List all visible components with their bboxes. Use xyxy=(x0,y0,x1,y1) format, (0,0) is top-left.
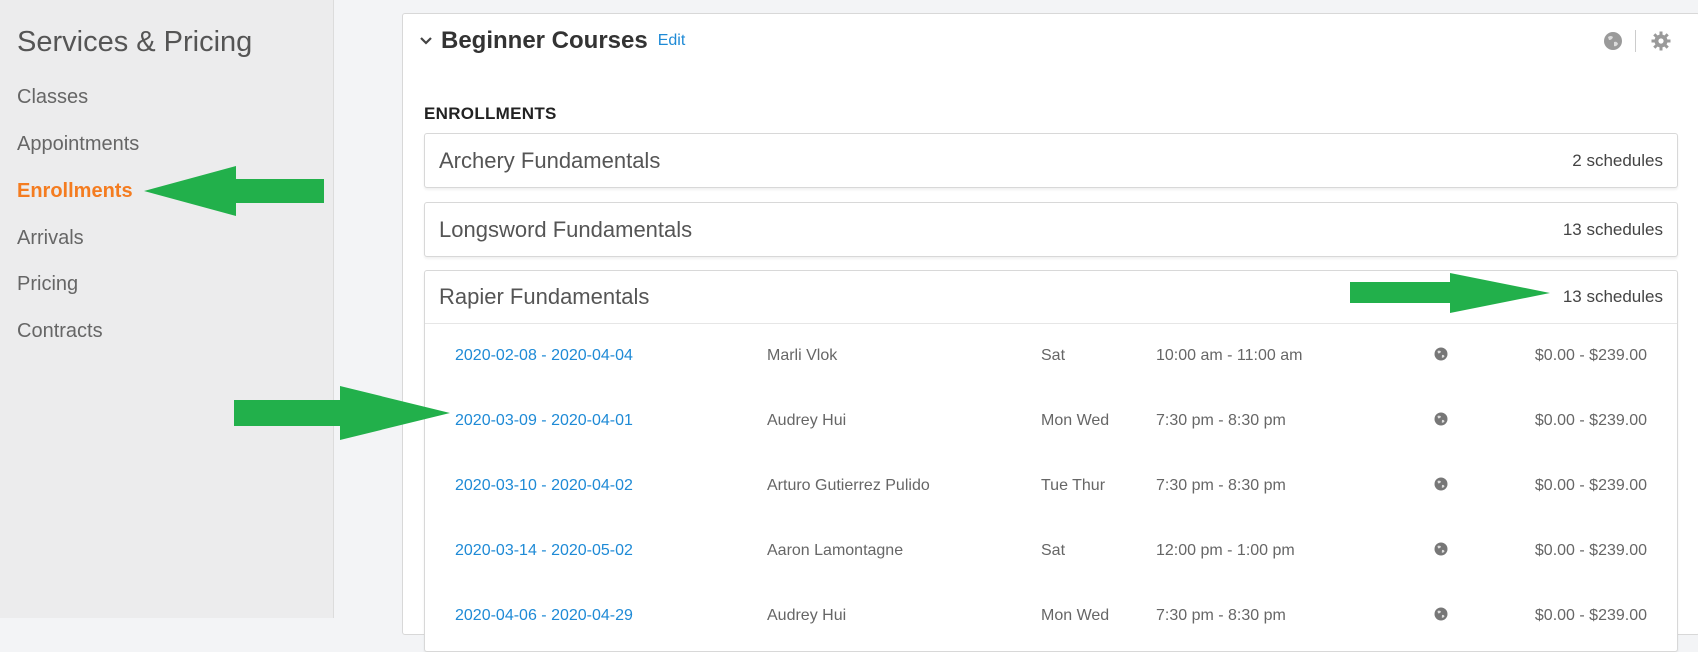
annotation-arrow-schedule-row xyxy=(234,386,450,440)
schedule-date-link[interactable]: 2020-04-06 - 2020-04-29 xyxy=(455,607,633,625)
schedule-date-link[interactable]: 2020-03-14 - 2020-05-02 xyxy=(455,542,633,560)
annotation-arrow-enrollments xyxy=(144,166,324,216)
group-longsword[interactable]: Longsword Fundamentals 13 schedules xyxy=(424,202,1678,257)
schedule-date-link[interactable]: 2020-03-10 - 2020-04-02 xyxy=(455,477,633,495)
schedule-row: 2020-03-09 - 2020-04-01 Audrey Hui Mon W… xyxy=(425,388,1677,453)
days: Sat xyxy=(1041,542,1066,559)
time: 7:30 pm - 8:30 pm xyxy=(1156,607,1286,624)
chevron-down-icon[interactable] xyxy=(417,32,435,50)
instructor: Marli Vlok xyxy=(767,347,838,364)
group-rapier: Rapier Fundamentals 13 schedules 2020-02… xyxy=(424,270,1678,652)
schedule-count: 13 schedules xyxy=(1562,220,1663,239)
sidebar: Services & Pricing Classes Appointments … xyxy=(0,0,334,618)
schedule-row: 2020-03-10 - 2020-04-02 Arturo Gutierrez… xyxy=(425,453,1677,518)
instructor: Aaron Lamontagne xyxy=(767,542,904,559)
globe-icon xyxy=(1434,412,1448,426)
days: Tue Thur xyxy=(1041,477,1106,494)
time: 12:00 pm - 1:00 pm xyxy=(1156,542,1295,559)
instructor: Audrey Hui xyxy=(767,412,847,429)
globe-icon[interactable] xyxy=(1603,31,1623,51)
price: $0.00 - $239.00 xyxy=(1534,412,1647,429)
days: Mon Wed xyxy=(1041,607,1110,624)
price: $0.00 - $239.00 xyxy=(1534,607,1647,624)
icon-divider xyxy=(1635,30,1636,52)
course-header: Beginner Courses Edit xyxy=(417,26,685,56)
schedule-count: 2 schedules xyxy=(1572,151,1663,170)
section-label-enrollments: ENROLLMENTS xyxy=(424,104,557,123)
time: 10:00 am - 11:00 am xyxy=(1156,347,1303,364)
schedule-row: 2020-02-08 - 2020-04-04 Marli Vlok Sat 1… xyxy=(425,323,1677,388)
gear-icon[interactable] xyxy=(1650,30,1672,52)
instructor: Audrey Hui xyxy=(767,607,847,624)
group-name: Longsword Fundamentals xyxy=(439,217,693,242)
schedule-row: 2020-03-14 - 2020-05-02 Aaron Lamontagne… xyxy=(425,518,1677,583)
sidebar-item-pricing[interactable]: Pricing xyxy=(17,273,78,296)
instructor: Arturo Gutierrez Pulido xyxy=(767,477,930,494)
course-panel: Beginner Courses Edit ENROLLMENTS Archer… xyxy=(402,13,1698,652)
sidebar-title: Services & Pricing xyxy=(17,26,253,58)
time: 7:30 pm - 8:30 pm xyxy=(1156,477,1286,494)
time: 7:30 pm - 8:30 pm xyxy=(1156,412,1286,429)
days: Sat xyxy=(1041,347,1066,364)
globe-icon xyxy=(1434,347,1448,361)
sidebar-item-arrivals[interactable]: Arrivals xyxy=(17,227,84,250)
schedule-date-link[interactable]: 2020-02-08 - 2020-04-04 xyxy=(455,347,633,365)
schedule-count: 13 schedules xyxy=(1562,287,1663,306)
sidebar-item-appointments[interactable]: Appointments xyxy=(17,133,139,156)
course-title: Beginner Courses xyxy=(441,27,648,54)
course-header-icons xyxy=(1603,30,1672,52)
schedule-date-link[interactable]: 2020-03-09 - 2020-04-01 xyxy=(455,412,633,430)
annotation-arrow-schedules xyxy=(1350,273,1550,313)
schedule-row: 2020-04-06 - 2020-04-29 Audrey Hui Mon W… xyxy=(425,583,1677,648)
price: $0.00 - $239.00 xyxy=(1534,347,1647,364)
sidebar-item-contracts[interactable]: Contracts xyxy=(17,320,103,343)
price: $0.00 - $239.00 xyxy=(1534,542,1647,559)
globe-icon xyxy=(1434,607,1448,621)
globe-icon xyxy=(1434,542,1448,556)
sidebar-item-classes[interactable]: Classes xyxy=(17,86,88,109)
group-name: Rapier Fundamentals xyxy=(439,284,650,309)
group-name: Archery Fundamentals xyxy=(439,148,661,173)
group-archery[interactable]: Archery Fundamentals 2 schedules xyxy=(424,133,1678,188)
edit-link[interactable]: Edit xyxy=(658,32,686,50)
globe-icon xyxy=(1434,477,1448,491)
price: $0.00 - $239.00 xyxy=(1534,477,1647,494)
days: Mon Wed xyxy=(1041,412,1110,429)
sidebar-item-enrollments[interactable]: Enrollments xyxy=(17,180,133,203)
